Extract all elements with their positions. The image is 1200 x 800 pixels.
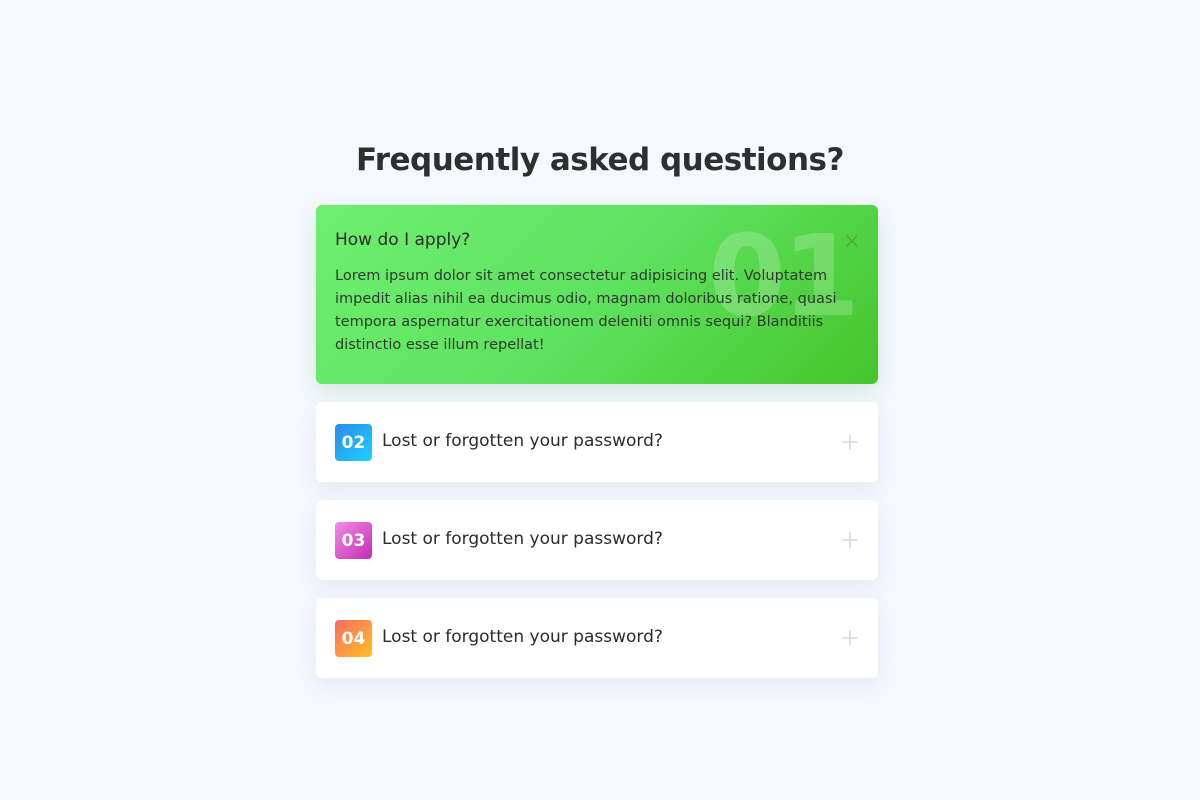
faq-number-badge: 04 [335, 620, 372, 657]
faq-item[interactable]: 04 Lost or forgotten your password? [316, 598, 878, 678]
faq-item[interactable]: 02 Lost or forgotten your password? [316, 402, 878, 482]
page-title: Frequently asked questions? [356, 142, 844, 178]
faq-item-open[interactable]: 01 How do I apply? Lorem ipsum dolor sit… [316, 205, 878, 384]
plus-icon[interactable] [842, 630, 858, 646]
plus-icon[interactable] [842, 532, 858, 548]
faq-question[interactable]: Lost or forgotten your password? [382, 431, 663, 451]
faq-list: 01 How do I apply? Lorem ipsum dolor sit… [316, 205, 878, 696]
faq-question[interactable]: Lost or forgotten your password? [382, 627, 663, 647]
faq-question[interactable]: How do I apply? [335, 230, 470, 250]
plus-icon[interactable] [842, 434, 858, 450]
faq-number-badge: 02 [335, 424, 372, 461]
faq-number-badge: 03 [335, 522, 372, 559]
close-icon[interactable] [844, 233, 860, 249]
faq-answer: Lorem ipsum dolor sit amet consectetur a… [335, 268, 837, 353]
faq-item[interactable]: 03 Lost or forgotten your password? [316, 500, 878, 580]
faq-question[interactable]: Lost or forgotten your password? [382, 529, 663, 549]
